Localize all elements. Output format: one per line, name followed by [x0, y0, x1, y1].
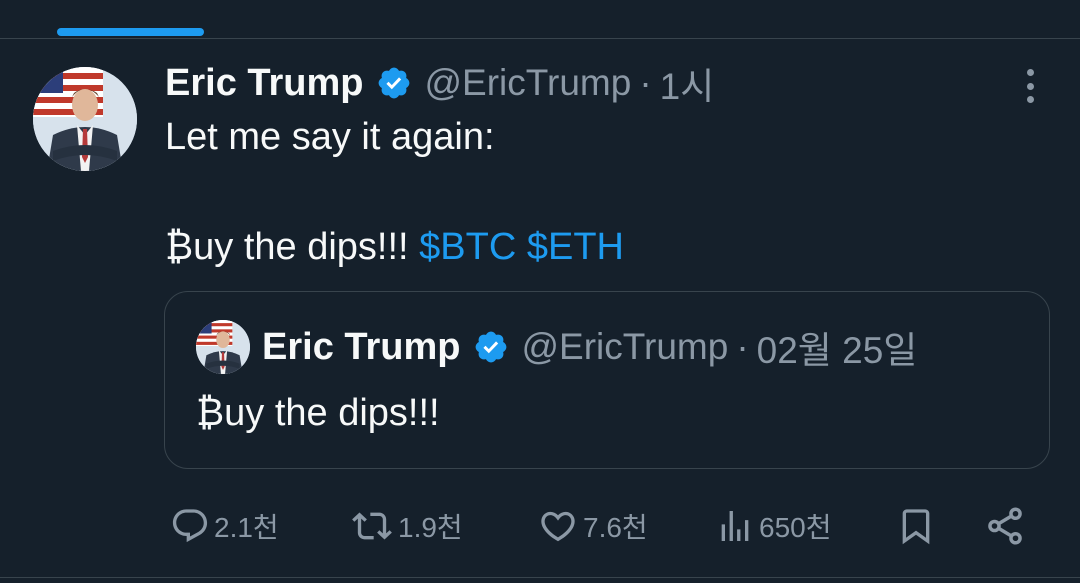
- bookmark-button[interactable]: [896, 498, 936, 554]
- quoted-tweet-text: ₿uy the dips!!!: [196, 392, 440, 434]
- author-name[interactable]: Eric Trump: [165, 62, 364, 105]
- bookmark-icon: [902, 509, 930, 545]
- author-avatar[interactable]: [33, 67, 137, 171]
- tweet-header: Eric Trump @EricTrump · 1시: [165, 58, 714, 108]
- cashtag-eth[interactable]: $ETH: [527, 226, 624, 268]
- verified-badge-icon: [473, 329, 509, 365]
- verified-badge-icon: [376, 65, 412, 101]
- views-chart-icon: [721, 511, 749, 541]
- retweet-icon: [352, 512, 392, 540]
- avatar-photo: [33, 67, 137, 171]
- bottom-divider: [0, 577, 1080, 578]
- share-button[interactable]: [984, 498, 1026, 554]
- views-count: 650천: [759, 512, 832, 543]
- author-handle[interactable]: @EricTrump: [425, 62, 632, 104]
- tweet-text: ₿uy the dips!!!: [165, 226, 420, 268]
- quoted-author-avatar: [196, 320, 250, 374]
- quoted-tweet-time: 02월 25일: [756, 330, 918, 371]
- like-count: 7.6천: [583, 512, 648, 543]
- cashtag-btc[interactable]: $BTC: [419, 226, 516, 268]
- action-bar: 2.1천 1.9천 7.6천 650천: [0, 498, 1080, 554]
- share-icon: [988, 507, 1022, 545]
- retweet-button[interactable]: 1.9천: [350, 498, 463, 554]
- reply-button[interactable]: 2.1천: [170, 498, 279, 554]
- quoted-author-name: Eric Trump: [262, 325, 461, 368]
- like-button[interactable]: 7.6천: [537, 498, 648, 554]
- top-divider: [0, 38, 1080, 39]
- tweet-text-line-2: ₿uy the dips!!! $BTC $ETH: [165, 226, 624, 269]
- quoted-avatar-photo: [196, 320, 250, 374]
- retweet-count: 1.9천: [398, 512, 463, 543]
- reply-count: 2.1천: [214, 512, 279, 543]
- tweet-time[interactable]: 1시: [660, 56, 715, 110]
- heart-icon: [541, 511, 575, 542]
- reply-icon: [172, 509, 208, 543]
- more-vertical-icon[interactable]: [1012, 66, 1048, 106]
- separator-dot: ·: [639, 62, 652, 103]
- quoted-tweet-header: Eric Trump @EricTrump · 02월 25일: [262, 322, 917, 372]
- quoted-author-handle: @EricTrump: [521, 326, 729, 367]
- quoted-tweet-card[interactable]: [164, 291, 1050, 469]
- separator-dot: ·: [736, 326, 749, 367]
- active-tab-indicator: [57, 28, 204, 36]
- views-button[interactable]: 650천: [715, 498, 831, 554]
- tweet-text-line-1: Let me say it again:: [165, 116, 495, 158]
